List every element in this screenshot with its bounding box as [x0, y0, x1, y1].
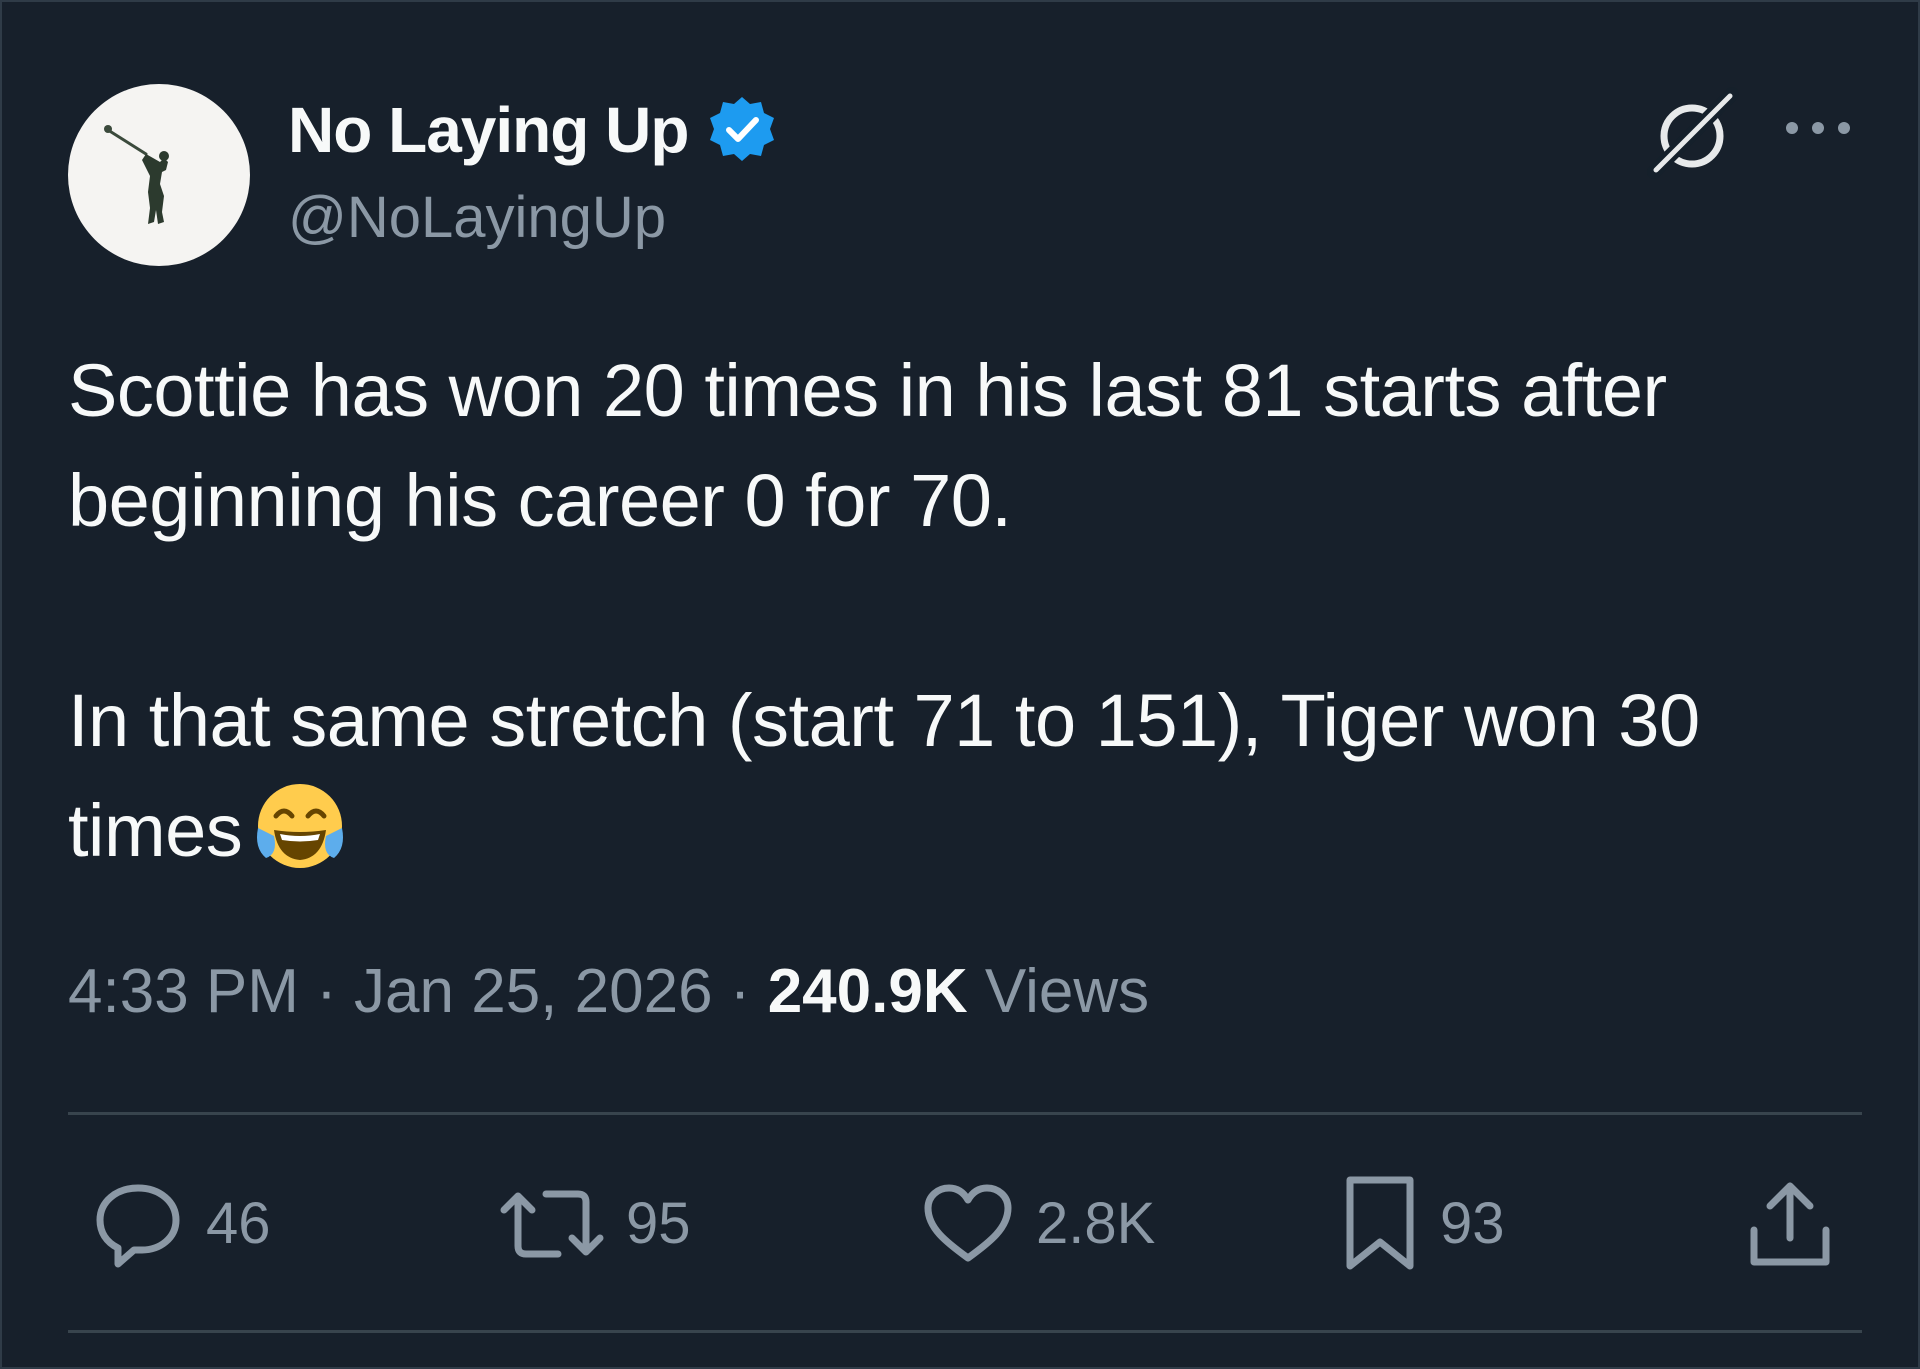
tweet-time[interactable]: 4:33 PM	[68, 957, 299, 1026]
tweet-paragraph-2: In that same stretch (start 71 to 151), …	[68, 666, 1868, 886]
verified-badge-icon	[710, 97, 775, 161]
reply-button[interactable]: 46	[92, 1174, 271, 1274]
bookmark-count: 93	[1440, 1191, 1505, 1256]
bookmark-button[interactable]: 93	[1342, 1174, 1505, 1274]
tweet-meta: 4:33 PM · Jan 25, 2026 · 240.9K Views	[68, 952, 1149, 1032]
author-handle[interactable]: @NoLayingUp	[288, 182, 666, 254]
divider	[68, 1112, 1862, 1115]
bookmark-icon	[1346, 1176, 1414, 1270]
repost-count: 95	[626, 1191, 691, 1256]
golfer-silhouette-icon	[104, 125, 169, 224]
meta-separator: ·	[729, 957, 751, 1026]
face-with-tears-of-joy-icon	[257, 784, 344, 868]
like-count: 2.8K	[1036, 1191, 1156, 1256]
reply-count: 46	[206, 1191, 271, 1256]
share-icon	[1750, 1182, 1830, 1266]
views-count[interactable]: 240.9K	[768, 957, 968, 1026]
repost-button[interactable]: 95	[500, 1174, 691, 1274]
like-button[interactable]: 2.8K	[922, 1174, 1155, 1274]
author-name-row[interactable]: No Laying Up	[288, 90, 778, 170]
meta-separator: ·	[316, 957, 337, 1026]
tweet-text: Scottie has won 20 times in his last 81 …	[68, 336, 1868, 886]
divider	[68, 1330, 1862, 1333]
tweet-card: No Laying Up @NoLayingUp Scottie has won…	[0, 0, 1920, 1369]
repost-icon	[500, 1190, 604, 1258]
heart-icon	[924, 1184, 1012, 1262]
author-display-name[interactable]: No Laying Up	[288, 90, 689, 170]
views-label[interactable]: Views	[985, 957, 1149, 1026]
grok-icon[interactable]	[1646, 86, 1742, 182]
tweet-paragraph-1: Scottie has won 20 times in his last 81 …	[68, 349, 1667, 542]
share-button[interactable]	[1746, 1174, 1834, 1274]
reply-icon	[96, 1184, 180, 1268]
avatar[interactable]	[68, 84, 250, 266]
tweet-date[interactable]: Jan 25, 2026	[354, 957, 713, 1026]
more-icon[interactable]	[1782, 112, 1854, 144]
